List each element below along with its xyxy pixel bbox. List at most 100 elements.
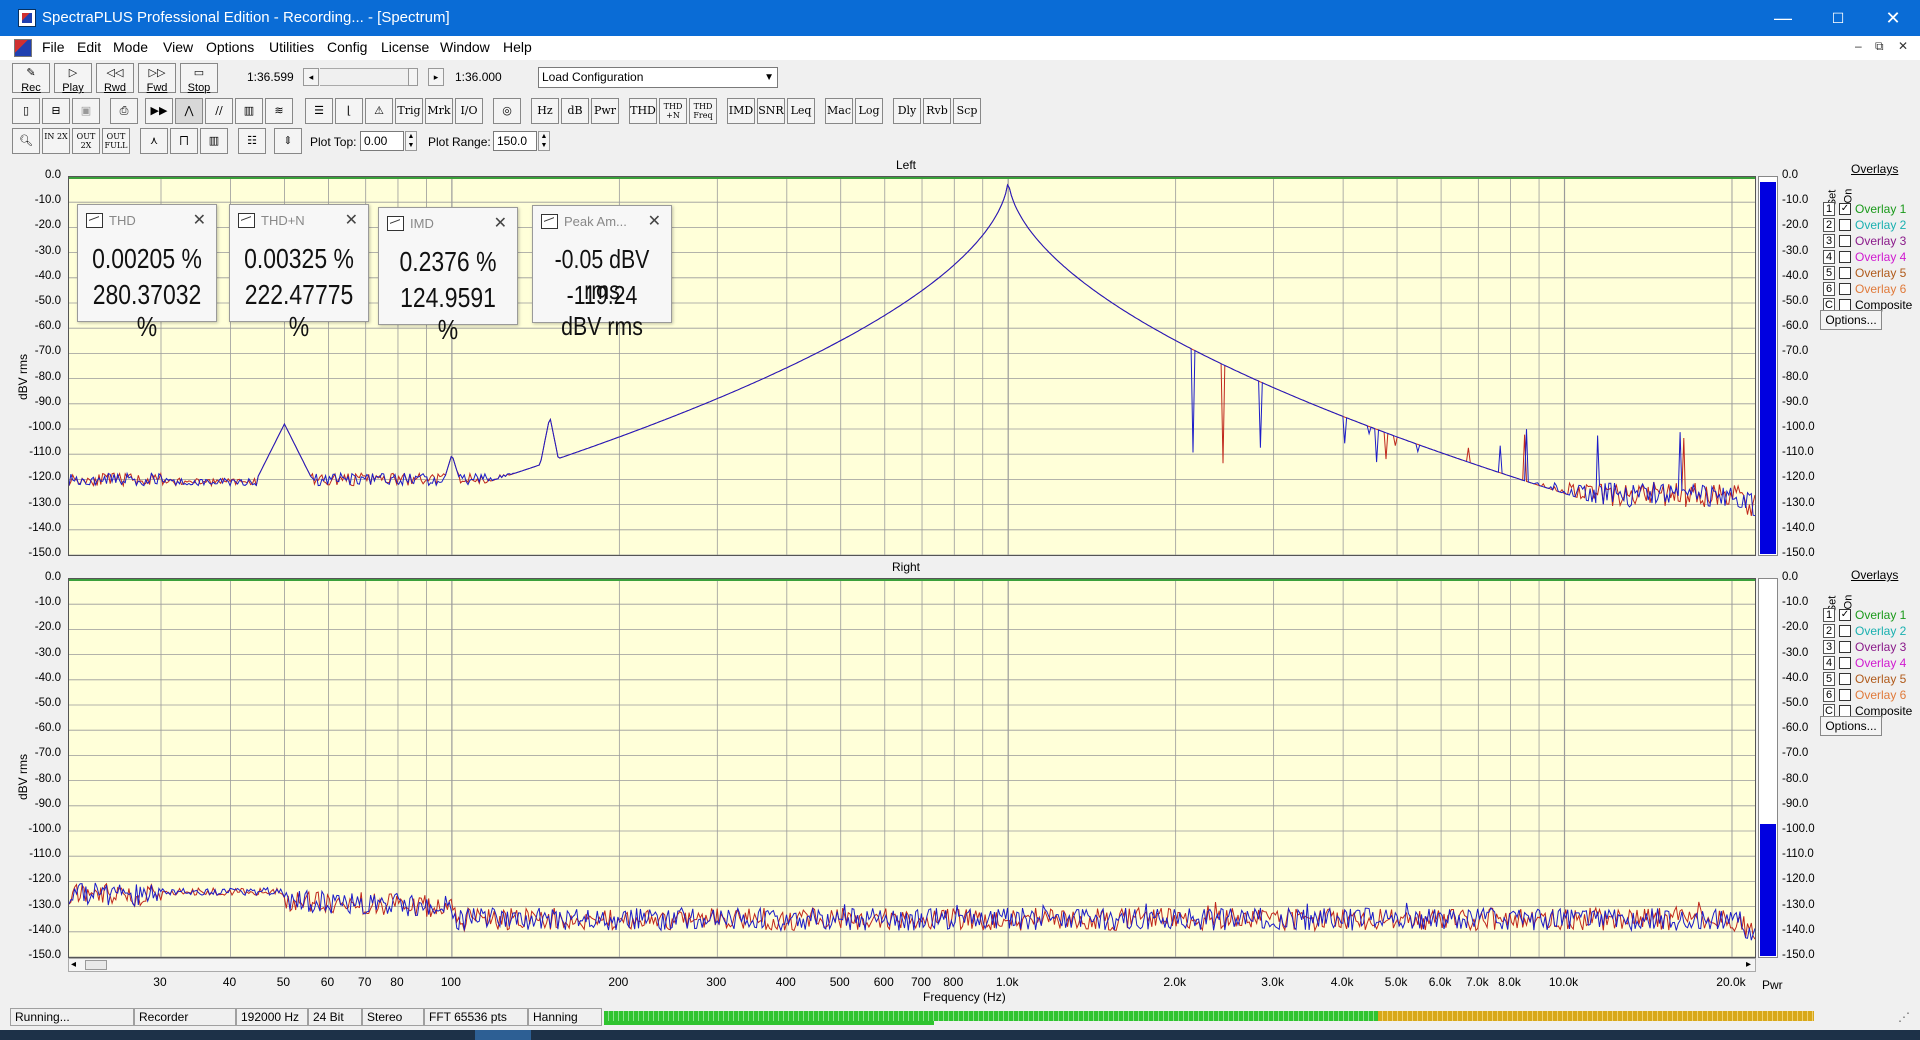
overlay-set-button[interactable]: 1 — [1823, 202, 1835, 216]
spectrum-mode-icon[interactable]: ⋀ — [175, 98, 203, 124]
overlay-checkbox[interactable] — [1839, 267, 1851, 279]
maximize-button[interactable]: ☐ — [1810, 0, 1866, 36]
thd-n-button[interactable]: THD +N — [659, 98, 687, 124]
menu-config[interactable]: Config — [327, 39, 367, 55]
scroll-left-arrow[interactable]: ◂ — [303, 68, 319, 86]
menu-window[interactable]: Window — [440, 39, 490, 55]
hz-button[interactable]: Hz — [531, 98, 559, 124]
octave-icon[interactable]: ⨅ — [170, 128, 198, 154]
zoom-in-2x-button[interactable]: IN 2X — [42, 128, 70, 154]
overlay-set-button[interactable]: 1 — [1823, 608, 1835, 622]
overlay-set-button[interactable]: 2 — [1823, 624, 1835, 638]
menu-options[interactable]: Options — [206, 39, 254, 55]
imd-button[interactable]: IMD — [727, 98, 755, 124]
thd-freq-button[interactable]: THD Freq — [689, 98, 717, 124]
print-icon[interactable]: ⎙ — [110, 98, 138, 124]
generator-icon[interactable]: ⚠ — [365, 98, 393, 124]
peak-amplitude-window[interactable]: Peak Am... ✕ -0.05 dBV rms -119.24 dBV r… — [532, 205, 672, 341]
overlay-checkbox[interactable] — [1839, 283, 1851, 295]
menu-file[interactable]: File — [42, 39, 65, 55]
imd-window[interactable]: IMD ✕ 0.2376 % 124.9591 % — [378, 207, 518, 345]
reverb-button[interactable]: Rvb — [923, 98, 951, 124]
thd-button[interactable]: THD — [629, 98, 657, 124]
spectrogram-icon[interactable]: ▥ — [235, 98, 263, 124]
leq-button[interactable]: Leq — [787, 98, 815, 124]
play-button[interactable]: ▷ Play — [54, 63, 92, 94]
record-button[interactable]: ✎ Rec — [12, 63, 50, 94]
load-configuration-select[interactable]: Load Configuration ▼ — [538, 67, 778, 88]
io-button[interactable]: I/O — [455, 98, 483, 124]
document-icon[interactable] — [14, 39, 32, 57]
close-icon[interactable]: ✕ — [345, 210, 358, 230]
zoom-out-2x-button[interactable]: OUT 2X — [72, 128, 100, 154]
db-button[interactable]: dB — [561, 98, 589, 124]
scope-button[interactable]: Scp — [953, 98, 981, 124]
overlay-checkbox[interactable]: ✓ — [1839, 203, 1851, 215]
save-icon[interactable]: ▣ — [72, 98, 100, 124]
overlay-set-button[interactable]: 3 — [1823, 234, 1835, 248]
stop-button[interactable]: ▭ Stop — [180, 63, 218, 94]
overlay-checkbox[interactable] — [1839, 625, 1851, 637]
snr-button[interactable]: SNR — [757, 98, 785, 124]
taskbar-active-item[interactable] — [475, 1030, 531, 1040]
overlay-checkbox[interactable] — [1839, 673, 1851, 685]
list-view-icon[interactable]: ☰ — [305, 98, 333, 124]
overlay-set-button[interactable]: 4 — [1823, 656, 1835, 670]
scroll-right-icon[interactable]: ▸ — [1746, 959, 1751, 970]
vertical-scale-icon[interactable]: ⇕ — [274, 128, 302, 154]
zoom-icon[interactable]: 🔍︎ — [12, 128, 40, 154]
peak-icon[interactable]: ⋏ — [140, 128, 168, 154]
close-icon[interactable]: ✕ — [193, 210, 206, 230]
overlay-set-button[interactable]: 6 — [1823, 688, 1835, 702]
plot-range-input[interactable]: 150.0 — [493, 131, 537, 151]
menu-utilities[interactable]: Utilities — [269, 39, 314, 55]
overlay-set-button[interactable]: 5 — [1823, 266, 1835, 280]
fast-forward-button[interactable]: ▷▷ Fwd — [138, 63, 176, 94]
waterfall-icon[interactable]: ≋ — [265, 98, 293, 124]
pwr-button[interactable]: Pwr — [591, 98, 619, 124]
overlay-set-button[interactable]: 3 — [1823, 640, 1835, 654]
rewind-button[interactable]: ◁◁ Rwd — [96, 63, 134, 94]
overlays-options-button[interactable]: Options... — [1820, 310, 1882, 330]
scroll-right-arrow[interactable]: ▸ — [428, 68, 444, 86]
position-scrollbar[interactable] — [320, 68, 408, 86]
overlay-checkbox[interactable] — [1839, 235, 1851, 247]
scroll-mode-icon[interactable]: ▶▶ — [145, 98, 173, 124]
mdi-close-button[interactable]: ✕ — [1898, 39, 1908, 53]
overlay-set-button[interactable]: 2 — [1823, 218, 1835, 232]
menu-view[interactable]: View — [163, 39, 193, 55]
signal-generator-icon[interactable]: ◎ — [493, 98, 521, 124]
right-plot-area[interactable] — [68, 578, 1756, 958]
close-icon[interactable]: ✕ — [494, 213, 507, 233]
overlay-set-button[interactable]: 5 — [1823, 672, 1835, 686]
scroll-thumb[interactable] — [85, 960, 107, 970]
overlay-checkbox[interactable] — [1839, 251, 1851, 263]
overlay-set-button[interactable]: 6 — [1823, 282, 1835, 296]
overlay-checkbox[interactable]: ✓ — [1839, 609, 1851, 621]
overlay-checkbox[interactable] — [1839, 689, 1851, 701]
new-file-icon[interactable]: ▯ — [12, 98, 40, 124]
overlay-checkbox[interactable] — [1839, 219, 1851, 231]
delay-button[interactable]: Dly — [893, 98, 921, 124]
marker-button[interactable]: Mrk — [425, 98, 453, 124]
minimize-button[interactable]: — — [1755, 0, 1811, 36]
scroll-thumb[interactable] — [408, 68, 418, 86]
close-icon[interactable]: ✕ — [648, 211, 661, 231]
scroll-left-icon[interactable]: ◂ — [71, 959, 76, 970]
plot-top-input[interactable]: 0.00 — [360, 131, 404, 151]
menu-help[interactable]: Help — [503, 39, 532, 55]
menu-edit[interactable]: Edit — [77, 39, 101, 55]
overlays-options-button[interactable]: Options... — [1820, 716, 1882, 736]
axis-icon[interactable]: ⌊ — [335, 98, 363, 124]
menu-license[interactable]: License — [381, 39, 429, 55]
overlay-checkbox[interactable] — [1839, 641, 1851, 653]
macro-button[interactable]: Mac — [825, 98, 853, 124]
mdi-minimize-button[interactable]: – — [1855, 39, 1862, 53]
close-button[interactable]: ✕ — [1865, 0, 1920, 36]
bars-icon[interactable]: ▥ — [200, 128, 228, 154]
app-icon[interactable] — [18, 9, 36, 27]
overlay-set-button[interactable]: 4 — [1823, 250, 1835, 264]
time-series-icon[interactable]: ∕∕ — [205, 98, 233, 124]
plot-range-spinner[interactable]: ▲ ▼ — [538, 131, 550, 151]
thd-n-window[interactable]: THD+N ✕ 0.00325 % 222.47775 % — [229, 204, 369, 342]
